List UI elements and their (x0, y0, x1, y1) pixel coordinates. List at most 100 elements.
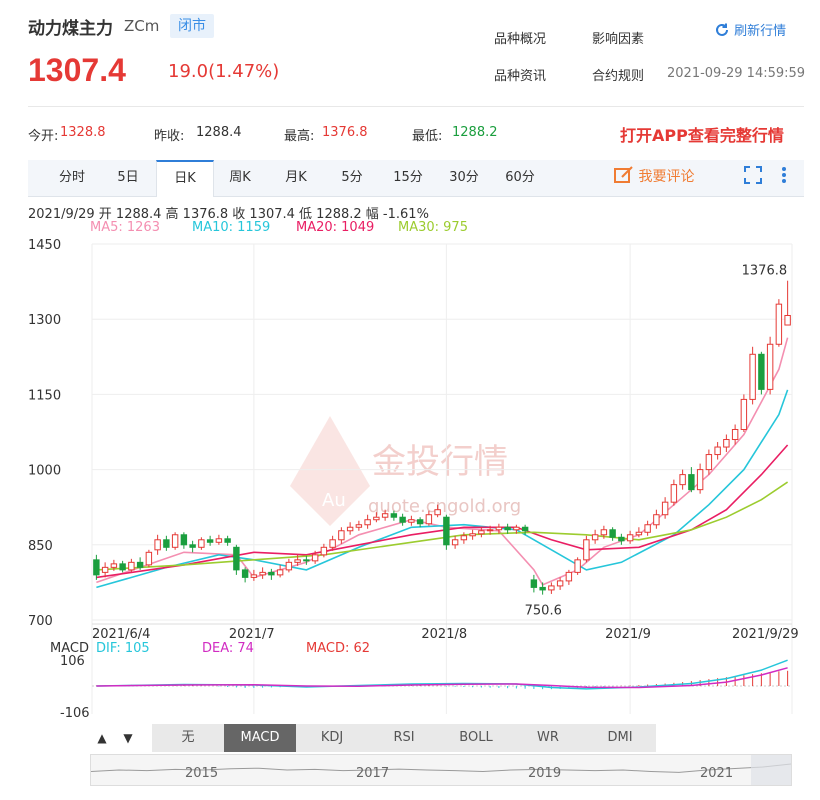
comment-label: 我要评论 (638, 169, 695, 185)
nav-year-2021: 2021 (700, 766, 734, 781)
candle (381, 513, 389, 518)
tab-weekly-k[interactable]: 周K (212, 160, 268, 196)
link-rules[interactable]: 合约规则 (592, 65, 644, 84)
y-tick-label: 1000 (28, 464, 61, 479)
candle (723, 439, 730, 448)
more-menu-icon[interactable] (780, 166, 788, 188)
legend-ma20: MA20: 1049 (296, 220, 375, 235)
tab-monthly-k[interactable]: 月K (268, 160, 324, 196)
candle (303, 559, 310, 562)
kline-chart[interactable]: Au 金投行情 quote.cngold.org 1450 1300 1150 100… (0, 236, 820, 726)
macd-y-tick: -106 (60, 706, 90, 721)
arrow-down-button[interactable]: ▼ (116, 724, 140, 752)
macd-dea: DEA: 74 (202, 641, 254, 656)
tab-timeshare[interactable]: 分时 (44, 160, 100, 196)
open-app-link[interactable]: 打开APP查看完整行情 (620, 122, 784, 146)
link-overview[interactable]: 品种概况 (494, 28, 546, 47)
indicator-macd[interactable]: MACD (224, 724, 297, 752)
candle (329, 539, 336, 548)
comment-button[interactable]: 我要评论 (614, 166, 694, 186)
watermark-text: 金投行情 (372, 442, 508, 482)
candle (425, 514, 433, 525)
candle (276, 569, 284, 576)
candle (504, 526, 511, 531)
candle (530, 579, 538, 588)
candle (758, 353, 765, 390)
indicator-rsi[interactable]: RSI (368, 724, 441, 752)
indicator-dmi[interactable]: DMI (584, 724, 657, 752)
macd-title: MACD (50, 641, 89, 656)
prev-close-label: 昨收: (154, 129, 185, 144)
refresh-button[interactable]: 刷新行情 (714, 20, 786, 39)
macd-y-tick: 106 (60, 654, 85, 669)
legend-ma5: MA5: 1263 (90, 220, 160, 235)
indicator-none[interactable]: 无 (152, 724, 225, 752)
high-label: 最高: (284, 129, 315, 144)
candle (198, 539, 205, 548)
macd-value: MACD: 62 (306, 641, 370, 656)
low-label: 最低: (412, 129, 443, 144)
candle (93, 559, 100, 576)
price-change: 19.0(1.47%) (168, 61, 280, 82)
indicator-boll[interactable]: BOLL (440, 724, 513, 752)
nav-year-2019: 2019 (528, 766, 562, 781)
candle (775, 303, 783, 345)
y-tick-label: 1450 (28, 238, 61, 253)
candle (189, 544, 196, 548)
candle (408, 519, 415, 523)
candle (180, 534, 188, 546)
tab-5day[interactable]: 5日 (100, 160, 156, 196)
candle (556, 580, 564, 587)
arrow-up-button[interactable]: ▲ (90, 724, 114, 752)
indicator-wr[interactable]: WR (512, 724, 585, 752)
candle (495, 526, 503, 531)
candle (740, 398, 748, 430)
candle (355, 524, 363, 528)
x-tick-label: 2021/8 (421, 627, 467, 642)
candle (600, 529, 608, 536)
candle (626, 534, 634, 542)
fullscreen-icon[interactable] (744, 166, 762, 188)
indicator-kdj[interactable]: KDJ (296, 724, 369, 752)
x-tick-label: 2021/6/4 (92, 627, 150, 642)
candle (145, 551, 153, 566)
candle (460, 535, 468, 541)
watermark: Au 金投行情 quote.cngold.org (290, 416, 521, 526)
nav-year-2017: 2017 (356, 766, 390, 781)
divider (28, 106, 804, 107)
tab-60min[interactable]: 60分 (492, 160, 548, 196)
link-news[interactable]: 品种资讯 (494, 65, 546, 84)
navigator-handle[interactable] (751, 755, 791, 785)
candle (486, 529, 494, 532)
ma-line-ma10 (96, 389, 789, 589)
tab-30min[interactable]: 30分 (436, 160, 492, 196)
refresh-label: 刷新行情 (734, 24, 787, 39)
last-price: 1307.4 (28, 52, 126, 88)
candle (233, 546, 240, 571)
low-value: 1288.2 (452, 125, 498, 140)
instrument-code: ZCm (124, 17, 160, 35)
link-factors[interactable]: 影响因素 (592, 28, 644, 47)
candle (749, 353, 756, 400)
y-tick-label: 700 (28, 614, 53, 629)
candle (154, 539, 161, 551)
tab-15min[interactable]: 15分 (380, 160, 436, 196)
tab-daily-k[interactable]: 日K (156, 160, 214, 197)
legend-ma30: MA30: 975 (398, 220, 468, 235)
candle (451, 539, 459, 546)
nav-year-2015: 2015 (185, 766, 219, 781)
candle (635, 531, 643, 536)
candle (609, 529, 616, 538)
refresh-icon (714, 23, 734, 39)
candle (644, 524, 651, 533)
candle (136, 561, 144, 568)
candle (679, 474, 686, 486)
open-label: 今开: (28, 129, 59, 144)
candle (215, 538, 223, 543)
candle (521, 526, 529, 532)
candle (224, 538, 231, 543)
candle (661, 501, 669, 516)
candle (653, 514, 660, 526)
tab-5min[interactable]: 5分 (324, 160, 380, 196)
candle (101, 566, 109, 573)
